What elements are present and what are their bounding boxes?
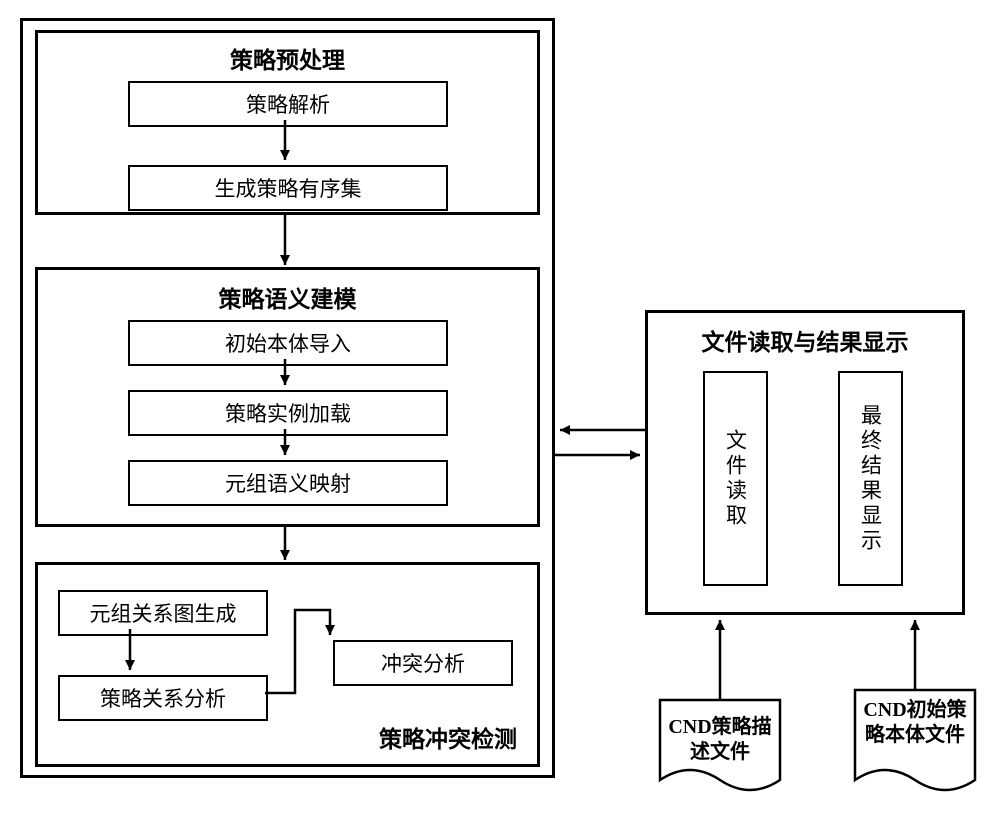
file-read-box: 文件读取 <box>703 371 768 586</box>
step-relation-analysis: 策略关系分析 <box>58 675 268 721</box>
file-read-label: 文件读取 <box>721 429 751 529</box>
section-semantic: 策略语义建模 初始本体导入 策略实例加载 元组语义映射 <box>35 267 540 527</box>
step-ordered-set: 生成策略有序集 <box>128 165 448 211</box>
result-display-box: 最终结果显示 <box>838 371 903 586</box>
section-conflict-title: 策略冲突检测 <box>379 720 517 754</box>
doc2-label: CND初始策略本体文件 <box>855 698 975 748</box>
right-io-title: 文件读取与结果显示 <box>648 323 962 357</box>
step-relation-graph: 元组关系图生成 <box>58 590 268 636</box>
section-conflict: 元组关系图生成 策略关系分析 冲突分析 策略冲突检测 <box>35 562 540 767</box>
doc1-label: CND策略描述文件 <box>660 715 780 765</box>
section-preprocess-title: 策略预处理 <box>38 41 537 75</box>
step-instance-load: 策略实例加载 <box>128 390 448 436</box>
step-parse: 策略解析 <box>128 81 448 127</box>
section-semantic-title: 策略语义建模 <box>38 280 537 314</box>
result-display-label: 最终结果显示 <box>856 404 886 554</box>
step-conflict-analysis: 冲突分析 <box>333 640 513 686</box>
step-tuple-mapping: 元组语义映射 <box>128 460 448 506</box>
step-ontology-import: 初始本体导入 <box>128 320 448 366</box>
section-preprocess: 策略预处理 策略解析 生成策略有序集 <box>35 30 540 215</box>
right-io-container: 文件读取与结果显示 文件读取 最终结果显示 <box>645 310 965 615</box>
